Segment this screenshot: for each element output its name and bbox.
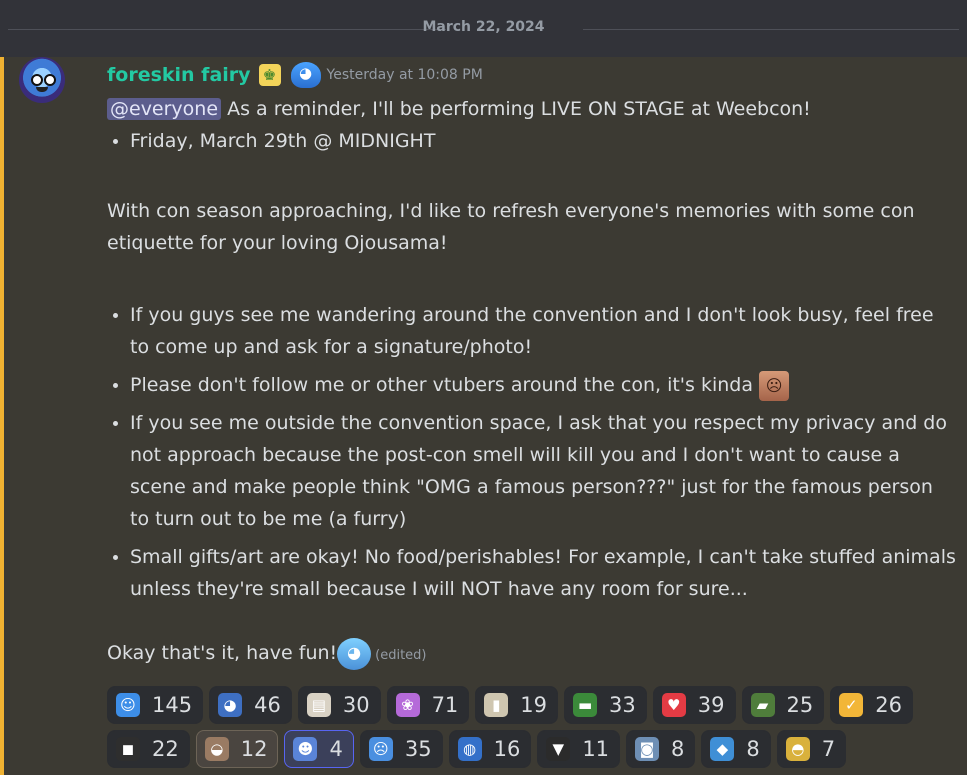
channel-background: March 22, 2024 — [0, 0, 967, 57]
rule-item: If you guys see me wandering around the … — [130, 299, 957, 363]
rules-list: If you guys see me wandering around the … — [107, 299, 957, 605]
reaction-button[interactable]: ◙ 8 — [626, 730, 696, 768]
event-bullet: Friday, March 29th @ MIDNIGHT — [130, 125, 957, 157]
message-header: foreskin fairy ♚ ◕ Yesterday at 10:08 PM — [107, 61, 483, 89]
reaction-count: 71 — [431, 693, 459, 717]
message[interactable]: foreskin fairy ♚ ◕ Yesterday at 10:08 PM… — [0, 57, 967, 775]
reaction-button[interactable]: ☹ 35 — [359, 730, 443, 768]
reaction-count: 12 — [240, 737, 268, 761]
pink-hair-emoji-icon: ❀ — [395, 693, 420, 717]
reaction-count: 16 — [493, 737, 521, 761]
anime-boy-emoji-icon: ◙ — [635, 737, 660, 761]
reaction-count: 145 — [152, 693, 193, 717]
chibi-blue-emoji-icon: ☺ — [116, 693, 140, 717]
reaction-button[interactable]: ▰ 25 — [741, 686, 825, 724]
reaction-button[interactable]: ▮ 19 — [475, 686, 559, 724]
rule-text: If you guys see me wandering around the … — [130, 304, 934, 358]
sunglasses-emoji-icon: ◓ — [785, 737, 810, 761]
message-content: @everyone As a reminder, I'll be perform… — [107, 93, 957, 672]
reaction-button[interactable]: ◓ 7 — [776, 730, 847, 768]
sleeping-emoji-icon: ◒ — [204, 737, 229, 761]
edited-label[interactable]: (edited) — [375, 648, 426, 663]
reaction-button[interactable]: ▬ 33 — [564, 686, 647, 724]
chibi-crying-emoji-icon: ☹ — [368, 737, 393, 761]
reaction-count: 19 — [520, 693, 548, 717]
frog-reading-emoji-icon: ▰ — [750, 693, 775, 717]
reaction-count: 8 — [746, 737, 760, 761]
everyone-mention[interactable]: @everyone — [107, 98, 222, 120]
rule-text: Please don't follow me or other vtubers … — [130, 374, 753, 396]
intro-text: As a reminder, I'll be performing LIVE O… — [227, 98, 811, 120]
reaction-button[interactable]: ✓ 26 — [830, 686, 913, 724]
reaction-button[interactable]: ▤ 30 — [297, 686, 381, 724]
dark-figure-emoji-icon: ◼ — [116, 737, 140, 761]
face-emoji-icon[interactable]: ☹ — [759, 370, 790, 401]
avatar-eye-icon — [44, 74, 56, 86]
reaction-count: 39 — [697, 693, 725, 717]
reaction-count: 25 — [786, 693, 814, 717]
rule-item: If you see me outside the convention spa… — [130, 407, 957, 535]
reaction-row: ☺ 145 ◕ 46 ▤ 30 ❀ 71 ▮ 19 ▬ 33 ♥ 39 ▰ 25 ✓ 26 — [107, 686, 957, 724]
message-timestamp[interactable]: Yesterday at 10:08 PM — [327, 67, 483, 83]
chibi-emoji-icon[interactable]: ◕ — [337, 637, 372, 670]
event-bullet-text: Friday, March 29th @ MIDNIGHT — [130, 130, 436, 152]
reaction-count: 22 — [152, 737, 179, 761]
mention-highlight-bar — [0, 57, 4, 775]
reaction-count: 30 — [342, 693, 370, 717]
reaction-row: ◼ 22 ◒ 12 ☻ 4 ☹ 35 ◍ 16 ▼ 11 ◙ 8 ◆ 8 ◓ 7 — [107, 730, 957, 768]
reaction-button[interactable]: ❀ 71 — [386, 686, 470, 724]
reaction-button[interactable]: ◒ 12 — [195, 730, 279, 768]
jar-emoji-icon: ▮ — [484, 693, 509, 717]
screaming-emoji-icon: ▼ — [546, 737, 571, 761]
reaction-count: 26 — [875, 693, 902, 717]
reaction-count: 7 — [821, 737, 836, 761]
reaction-count: 33 — [609, 693, 636, 717]
rule-item: Small gifts/art are okay! No food/perish… — [130, 541, 957, 605]
reaction-button[interactable]: ♥ 39 — [652, 686, 736, 724]
event-list: Friday, March 29th @ MIDNIGHT — [107, 125, 957, 157]
reaction-button[interactable]: ▼ 11 — [537, 730, 621, 768]
closing-line: Okay that's it, have fun! ◕ (edited) — [107, 637, 957, 672]
reaction-button[interactable]: ◕ 46 — [209, 686, 292, 724]
reaction-button[interactable]: ◆ 8 — [701, 730, 771, 768]
rule-text: Small gifts/art are okay! No food/perish… — [130, 546, 956, 600]
reaction-button[interactable]: ◍ 16 — [448, 730, 532, 768]
pepe-emoji-icon: ▬ — [573, 693, 598, 717]
paper-cup-emoji-icon: ▤ — [306, 693, 331, 717]
intro-paragraph: With con season approaching, I'd like to… — [107, 200, 915, 254]
rule-item: Please don't follow me or other vtubers … — [130, 369, 957, 401]
rule-text: If you see me outside the convention spa… — [130, 412, 947, 530]
fairy-badge-icon[interactable]: ♚ — [258, 64, 281, 86]
reaction-count: 35 — [404, 737, 432, 761]
globe-hair-emoji-icon: ◍ — [457, 737, 482, 761]
reaction-count: 46 — [254, 693, 281, 717]
reaction-button[interactable]: ☻ 4 — [284, 730, 354, 768]
reaction-button[interactable]: ☺ 145 — [107, 686, 204, 724]
server-tag-icon[interactable]: ◕ — [290, 62, 321, 88]
date-divider-line-right — [583, 29, 959, 30]
reaction-button[interactable]: ◼ 22 — [107, 730, 190, 768]
heart-emoji-icon: ♥ — [661, 693, 686, 717]
intro-line: @everyone As a reminder, I'll be perform… — [107, 93, 957, 125]
reaction-count: 8 — [671, 737, 685, 761]
closing-text: Okay that's it, have fun! — [107, 642, 338, 664]
avatar-mouth-icon — [36, 87, 48, 92]
ok-hand-emoji-icon: ✓ — [839, 693, 864, 717]
whale-emoji-icon: ◆ — [710, 737, 735, 761]
blue-hood-emoji-icon: ☻ — [293, 737, 318, 761]
reaction-count: 11 — [582, 737, 610, 761]
author-avatar[interactable] — [19, 57, 65, 103]
date-divider-label: March 22, 2024 — [422, 19, 545, 35]
shocked-face-emoji-icon: ◕ — [218, 693, 243, 717]
reactions-bar: ☺ 145 ◕ 46 ▤ 30 ❀ 71 ▮ 19 ▬ 33 ♥ 39 ▰ 25 ✓ 26 ◼ 22 ◒ 12 ☻ 4 ☹ 35 ◍… — [107, 686, 957, 774]
author-username[interactable]: foreskin fairy — [107, 64, 251, 86]
avatar-eye-icon — [31, 74, 43, 86]
reaction-count: 4 — [329, 737, 343, 761]
